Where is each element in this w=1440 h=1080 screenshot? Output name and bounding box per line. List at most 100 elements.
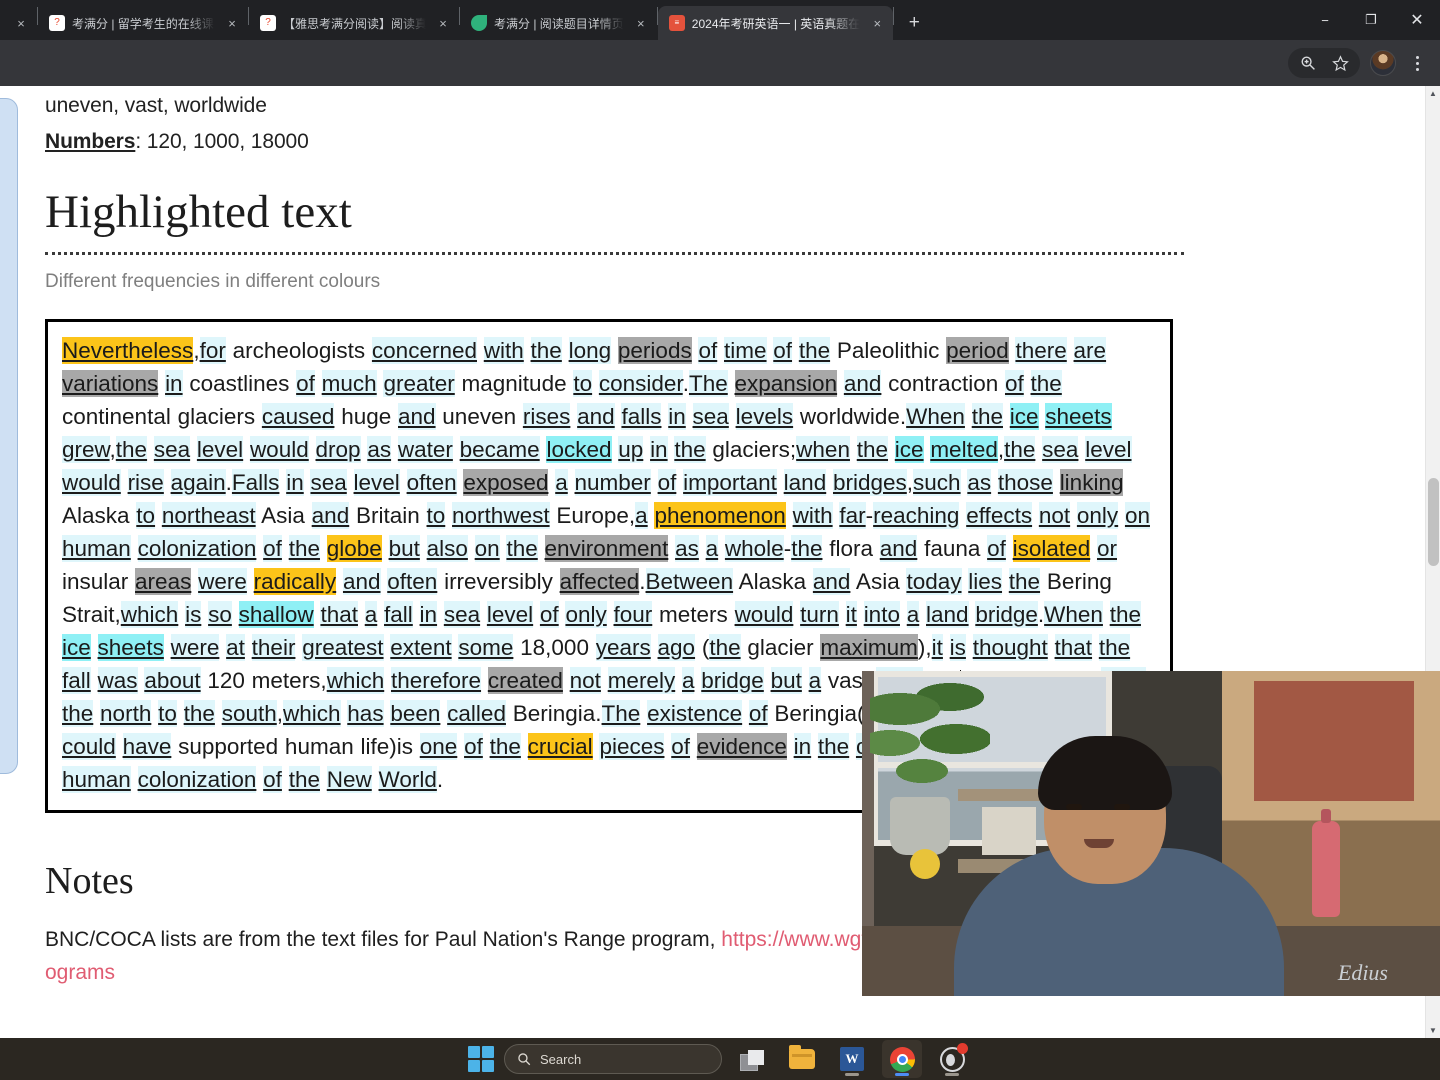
scroll-up-icon[interactable]: ▲	[1426, 86, 1440, 101]
three-dot-menu-icon[interactable]	[1402, 55, 1432, 71]
highlighted-token: it	[931, 634, 943, 661]
highlighted-token	[282, 535, 289, 562]
numbers-line: Numbers: 120, 1000, 18000	[45, 122, 1425, 158]
task-view-button[interactable]	[732, 1040, 772, 1078]
highlighted-token: exposed	[463, 469, 549, 496]
highlighted-token: .	[639, 569, 646, 594]
zoom-search-icon[interactable]	[1294, 49, 1322, 77]
star-icon[interactable]	[1326, 49, 1354, 77]
highlighted-token	[215, 700, 222, 727]
word-button[interactable]: W	[832, 1040, 872, 1078]
file-explorer-button[interactable]	[782, 1040, 822, 1078]
highlighted-token: huge	[334, 404, 398, 429]
highlighted-token	[729, 403, 736, 430]
highlighted-token: long	[568, 337, 612, 364]
highlighted-token: consider	[598, 370, 683, 397]
highlighted-token	[413, 601, 420, 628]
highlighted-token	[468, 535, 475, 562]
highlighted-token: the	[674, 436, 706, 463]
highlighted-token: a	[705, 535, 719, 562]
highlighted-token: Beringia(	[767, 701, 865, 726]
scroll-down-icon[interactable]: ▼	[1426, 1023, 1440, 1038]
new-tab-button[interactable]: +	[900, 8, 928, 36]
highlighted-token: Between	[645, 568, 734, 595]
highlighted-token: as	[967, 469, 992, 496]
browser-tab-2[interactable]: ? 考满分 | 留学考生的在线课堂 ×	[38, 6, 248, 40]
highlighted-token: therefore	[390, 667, 482, 694]
avatar[interactable]	[1370, 50, 1396, 76]
highlighted-token: today	[906, 568, 962, 595]
highlighted-token	[651, 469, 658, 496]
numbers-value: : 120, 1000, 18000	[135, 130, 309, 153]
browser-tab-5[interactable]: ≡ 2024年考研英语一 | 英语真题在 ×	[657, 6, 894, 40]
tab-close-icon[interactable]: ×	[867, 13, 887, 33]
highlighted-token	[943, 634, 950, 661]
highlighted-token	[837, 370, 844, 397]
highlighted-token	[787, 733, 794, 760]
highlighted-token: such	[913, 469, 961, 496]
highlighted-token: four	[613, 601, 653, 628]
tab-close-icon[interactable]: ×	[222, 13, 242, 33]
highlighted-token: a	[555, 469, 568, 496]
maximize-button[interactable]: ❐	[1348, 0, 1394, 40]
highlighted-token: when	[796, 436, 850, 463]
highlighted-token: ,	[109, 437, 116, 462]
browser-tab-4[interactable]: 考满分 | 阅读题目详情页 ×	[460, 6, 657, 40]
kaomanfen-icon: ?	[49, 15, 65, 31]
highlighted-token	[802, 667, 809, 694]
running-indicator	[945, 1073, 959, 1076]
search-input[interactable]: Search	[504, 1044, 722, 1074]
browser-tab-1[interactable]: ×	[0, 6, 37, 40]
minimize-button[interactable]: −	[1302, 0, 1348, 40]
highlighted-token	[164, 469, 171, 496]
page-title: Highlighted text	[45, 186, 352, 238]
highlighted-token: as	[675, 535, 699, 562]
highlighted-token	[601, 667, 608, 694]
highlighted-token: at	[226, 634, 245, 661]
highlighted-token	[717, 337, 724, 364]
highlighted-token: is	[949, 634, 966, 661]
highlighted-token: Alaska	[62, 503, 137, 528]
highlighted-token: affected	[559, 568, 640, 595]
highlighted-token: and	[398, 403, 436, 430]
highlighted-token	[1002, 568, 1009, 595]
browser-tab-3[interactable]: ? 【雅思考满分阅读】阅读真题阅读 ×	[249, 6, 459, 40]
highlighted-token: 120 meters,	[200, 668, 327, 693]
highlighted-token	[420, 535, 427, 562]
highlighted-token: years	[595, 634, 651, 661]
highlighted-token	[1003, 403, 1010, 430]
highlighted-token: is	[185, 601, 202, 628]
highlighted-token: evidence	[696, 733, 787, 760]
tab-close-icon[interactable]: ×	[631, 13, 651, 33]
highlighted-token: in	[650, 436, 668, 463]
highlighted-token	[563, 667, 570, 694]
highlighted-token: New	[326, 766, 372, 793]
highlighted-token	[1090, 535, 1097, 562]
start-button[interactable]	[468, 1046, 494, 1072]
highlighted-token: also	[426, 535, 468, 562]
scrollbar-thumb[interactable]	[1428, 478, 1439, 566]
tab-close-icon[interactable]: ×	[433, 13, 453, 33]
highlighted-token: human	[62, 535, 131, 562]
highlighted-token	[1024, 370, 1031, 397]
highlighted-token	[728, 370, 735, 397]
highlighted-token: thought	[972, 634, 1048, 661]
chrome-button[interactable]	[882, 1040, 922, 1078]
close-window-button[interactable]: ✕	[1394, 0, 1440, 40]
highlighted-token	[121, 469, 128, 496]
side-panel-sliver[interactable]	[0, 98, 18, 774]
highlighted-token: about	[144, 667, 201, 694]
tab-close-icon[interactable]: ×	[11, 13, 31, 33]
highlighted-token: which	[283, 700, 341, 727]
obs-button[interactable]	[932, 1040, 972, 1078]
highlighted-token	[131, 535, 138, 562]
highlighted-token: those	[997, 469, 1053, 496]
highlighted-token: uneven	[435, 404, 523, 429]
highlighted-token	[177, 700, 184, 727]
highlighted-token: of	[296, 370, 315, 397]
highlighted-token: been	[390, 700, 441, 727]
running-indicator	[845, 1073, 859, 1076]
highlighted-token: created	[487, 667, 563, 694]
highlighted-token: of	[748, 700, 768, 727]
highlighted-token	[1092, 634, 1099, 661]
